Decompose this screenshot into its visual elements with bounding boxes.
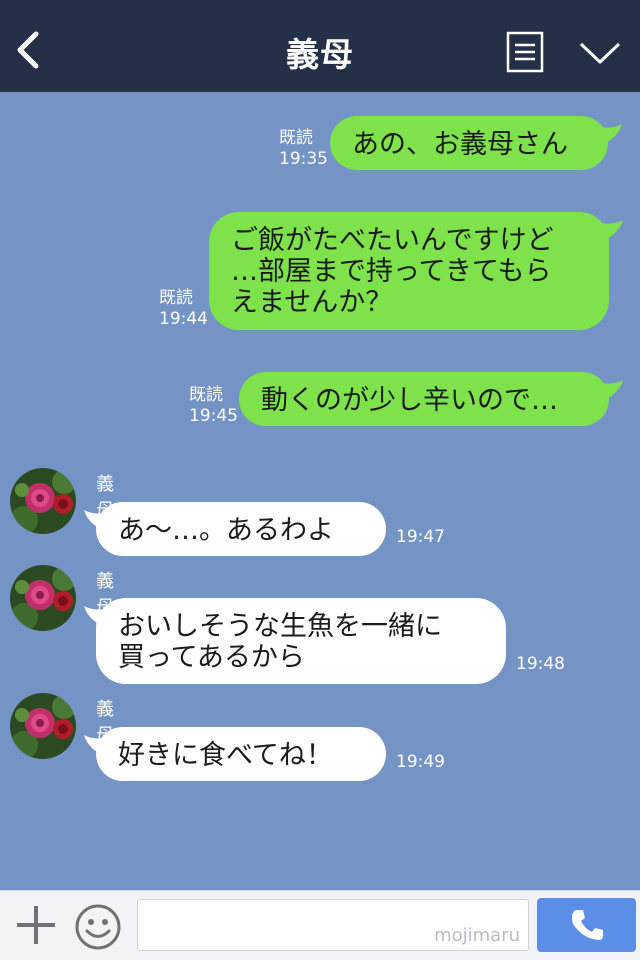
plus-icon[interactable] <box>14 903 58 947</box>
message-line: おいしそうな生魚を一緒に <box>118 611 442 642</box>
read-receipt: 既読 19:35 <box>279 128 328 170</box>
menu-icon[interactable] <box>506 31 544 73</box>
message-line: 動くのが少し辛いので… <box>261 385 558 416</box>
message-bubble[interactable]: ご飯がたべたいんですけど …部屋まで持ってきてもら えませんか？ <box>209 212 609 330</box>
message-time: 19:44 <box>159 309 208 329</box>
message-line: あ〜…。あるわよ <box>118 515 334 546</box>
message-time: 19:35 <box>279 149 328 169</box>
bubble-tail <box>594 124 622 146</box>
read-label: 既読 <box>279 128 313 148</box>
call-button[interactable] <box>537 898 636 952</box>
message-bubble[interactable]: あ〜…。あるわよ <box>96 502 386 556</box>
read-label: 既読 <box>189 385 223 405</box>
message-input[interactable]: mojimaru <box>137 899 529 951</box>
message-line: ご飯がたべたいんですけど <box>231 225 554 256</box>
read-receipt: 既読 19:44 <box>159 288 208 330</box>
message-time: 19:48 <box>516 654 565 674</box>
message-bubble[interactable]: あの、お義母さん <box>330 116 608 170</box>
chevron-down-icon[interactable] <box>578 40 622 66</box>
message-bubble[interactable]: おいしそうな生魚を一緒に 買ってあるから <box>96 598 506 684</box>
chat-title: 義母 <box>286 35 354 74</box>
avatar[interactable] <box>10 468 76 534</box>
avatar[interactable] <box>10 693 76 759</box>
bubble-tail <box>595 220 623 242</box>
message-bubble[interactable]: 動くのが少し辛いので… <box>239 372 609 426</box>
message-line: えませんか？ <box>231 287 393 318</box>
sender-name: 義母 <box>96 699 114 746</box>
message-line: 好きに食べてね！ <box>118 740 333 771</box>
bubble-tail <box>595 380 623 402</box>
sender-name: 義母 <box>96 474 114 521</box>
read-label: 既読 <box>159 288 193 308</box>
message-time: 19:45 <box>189 406 238 426</box>
read-receipt: 既読 19:45 <box>189 385 238 427</box>
input-bar: mojimaru <box>0 890 640 960</box>
message-line: …部屋まで持ってきてもら <box>231 256 552 287</box>
message-time: 19:47 <box>396 527 445 547</box>
avatar[interactable] <box>10 565 76 631</box>
chat-header: 義母 <box>0 0 640 92</box>
phone-icon <box>572 910 603 940</box>
sender-name: 義母 <box>96 571 114 618</box>
message-bubble[interactable]: 好きに食べてね！ <box>96 727 386 781</box>
watermark-text: mojimaru <box>434 925 520 946</box>
message-line: あの、お義母さん <box>352 129 568 160</box>
smile-icon[interactable] <box>74 903 122 951</box>
message-time: 19:49 <box>396 752 445 772</box>
message-line: 買ってあるから <box>118 642 305 673</box>
